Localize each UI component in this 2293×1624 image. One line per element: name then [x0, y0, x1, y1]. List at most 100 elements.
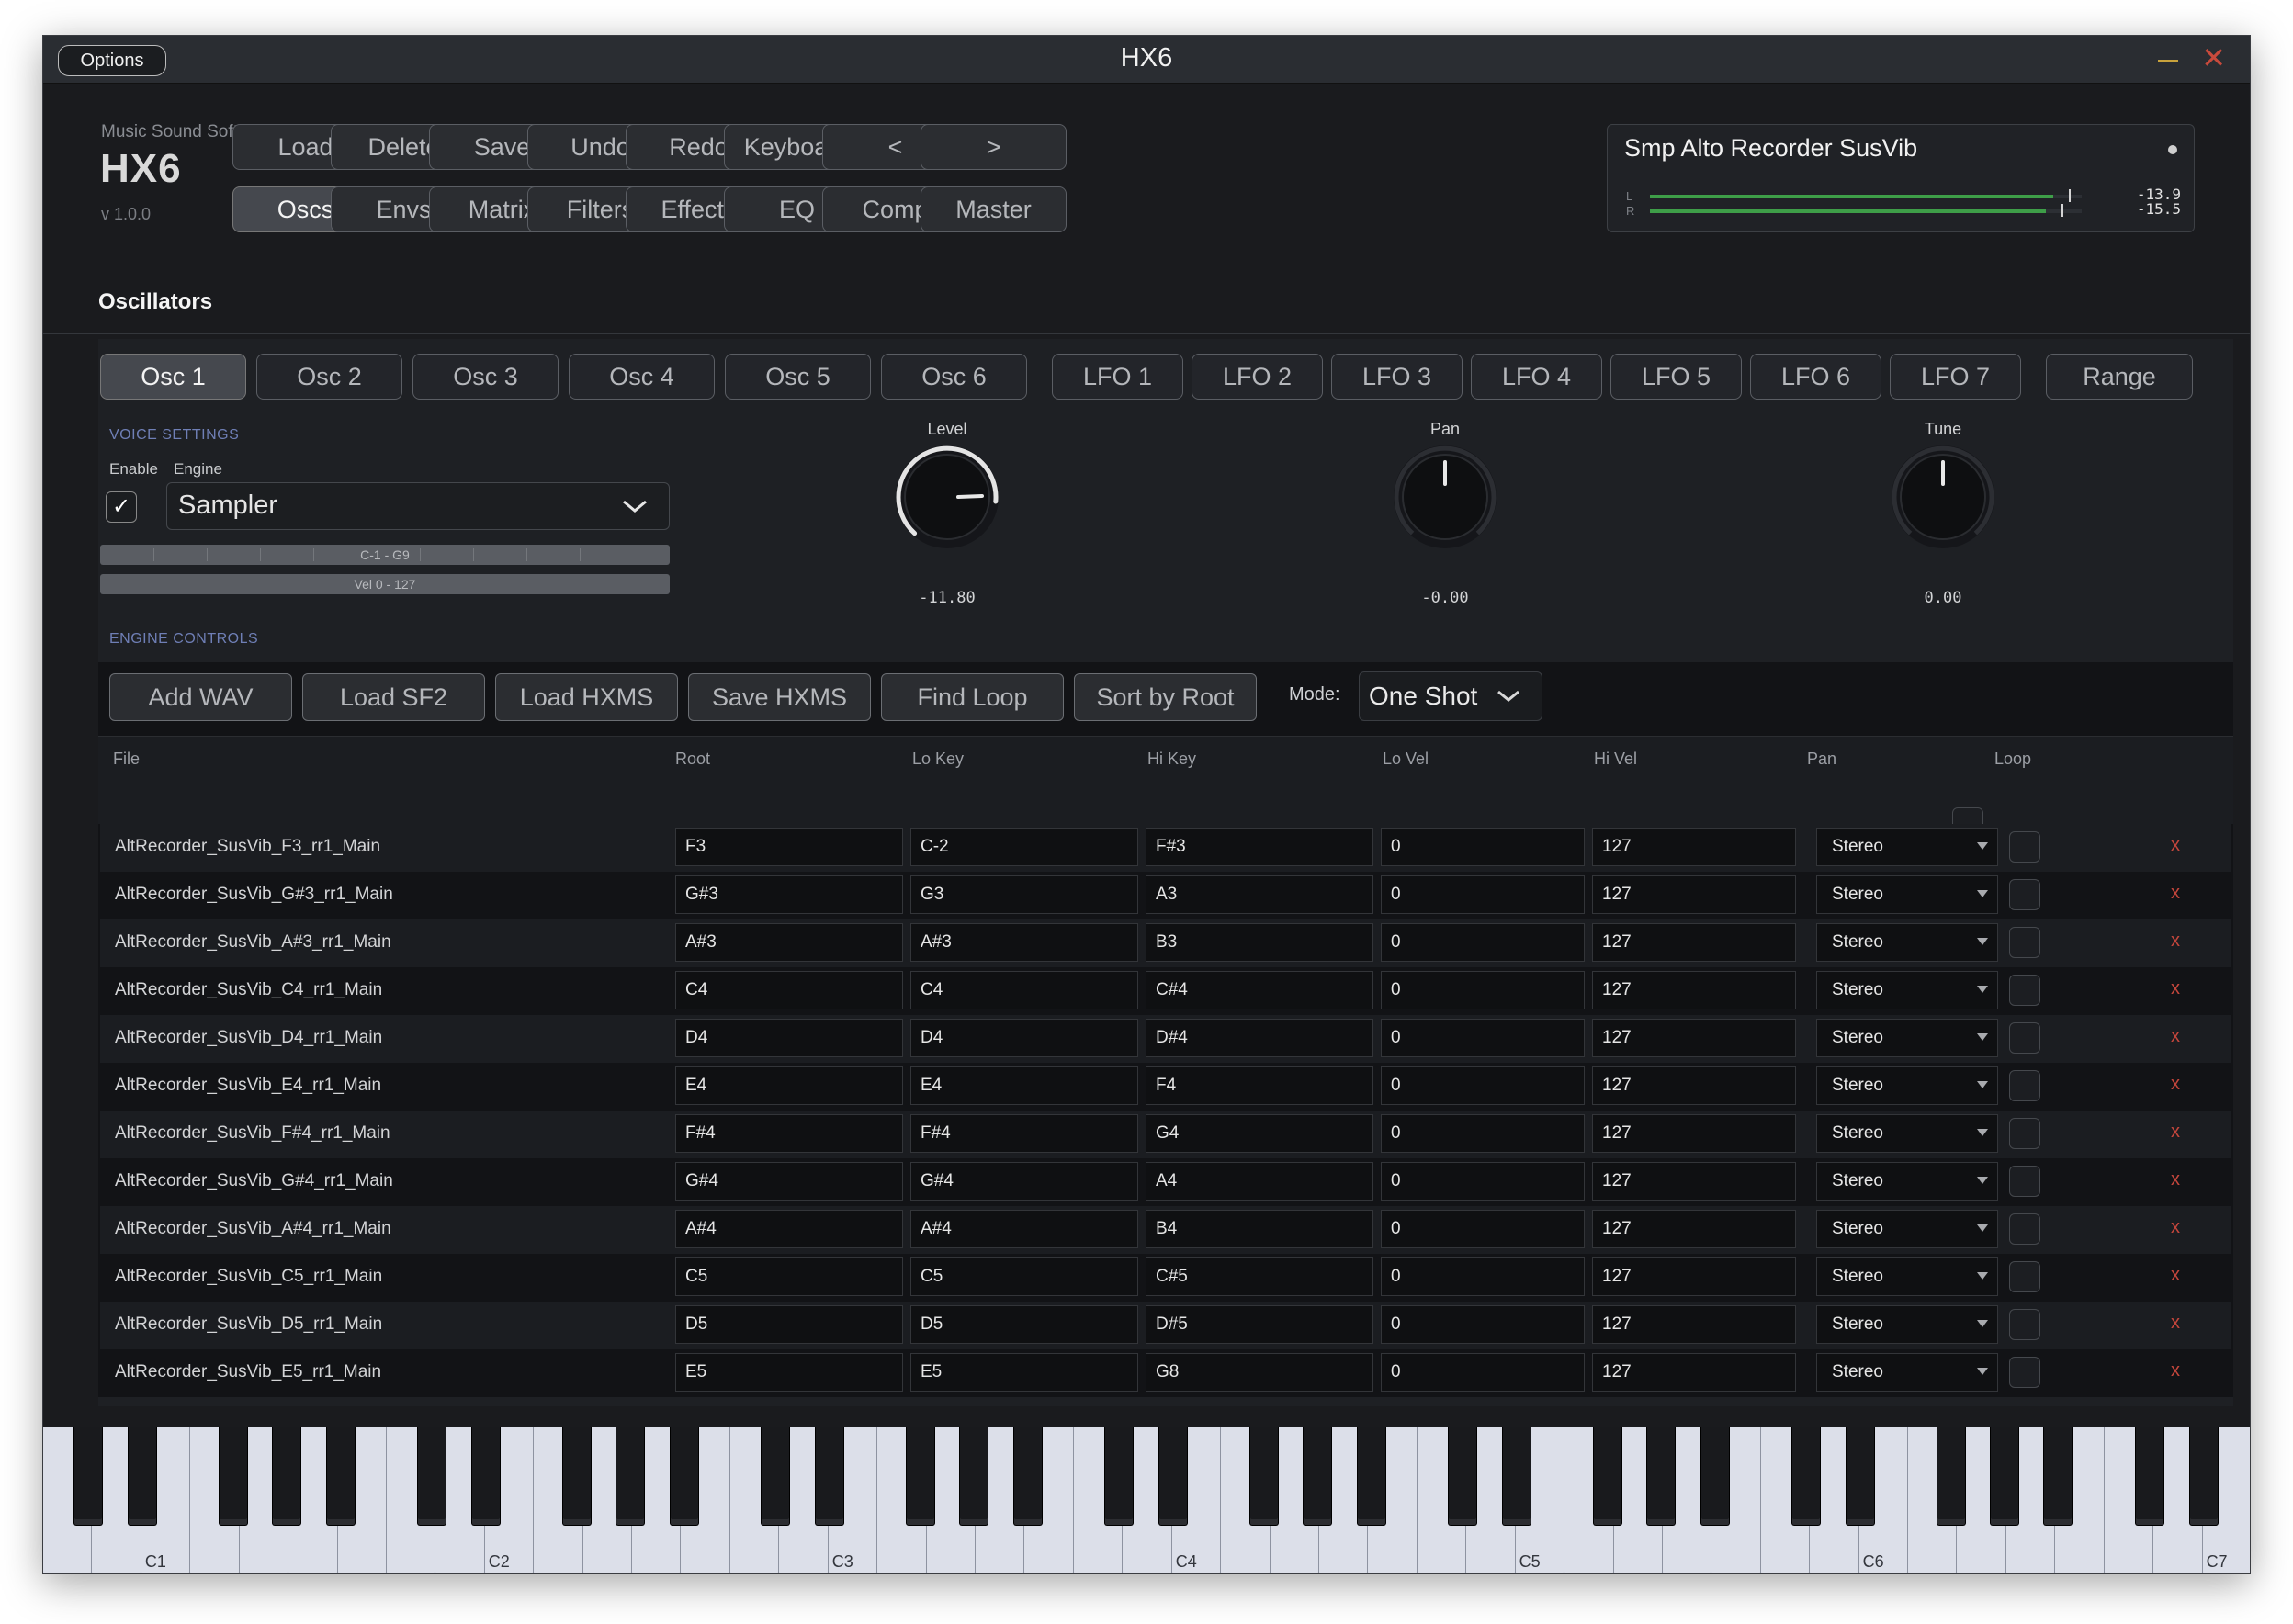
root-field[interactable]: A#4 [675, 1210, 903, 1248]
nav-master-button[interactable]: Master [921, 186, 1067, 232]
black-key[interactable] [73, 1427, 104, 1526]
loop-checkbox[interactable] [2009, 1118, 2040, 1149]
lo-vel-field[interactable]: 0 [1381, 1353, 1585, 1392]
hi-key-field[interactable]: D#4 [1146, 1019, 1373, 1057]
hi-key-field[interactable]: A4 [1146, 1162, 1373, 1201]
lo-key-field[interactable]: E4 [910, 1066, 1138, 1105]
hi-key-field[interactable]: A3 [1146, 875, 1373, 914]
hi-key-field[interactable]: B3 [1146, 923, 1373, 962]
save-hxms-button[interactable]: Save HXMS [688, 673, 871, 721]
lo-key-field[interactable]: D4 [910, 1019, 1138, 1057]
pan-select[interactable]: Stereo [1816, 1305, 1998, 1344]
hi-key-field[interactable]: G4 [1146, 1114, 1373, 1153]
black-key[interactable] [271, 1427, 301, 1526]
find-loop-button[interactable]: Find Loop [881, 673, 1064, 721]
tab-osc-1[interactable]: Osc 1 [100, 354, 246, 400]
lo-key-field[interactable]: A#4 [910, 1210, 1138, 1248]
hi-vel-field[interactable]: 127 [1592, 1257, 1796, 1296]
hi-vel-field[interactable]: 127 [1592, 1019, 1796, 1057]
next-button[interactable]: > [921, 124, 1067, 170]
tab-osc-5[interactable]: Osc 5 [725, 354, 871, 400]
pan-select[interactable]: Stereo [1816, 971, 1998, 1009]
tab-osc-2[interactable]: Osc 2 [256, 354, 402, 400]
tab-lfo-6[interactable]: LFO 6 [1750, 354, 1881, 400]
loop-checkbox[interactable] [2009, 1166, 2040, 1197]
black-key[interactable] [470, 1427, 501, 1526]
enable-checkbox[interactable]: ✓ [106, 491, 137, 523]
black-key[interactable] [562, 1427, 593, 1526]
hi-vel-field[interactable]: 127 [1592, 1210, 1796, 1248]
black-key[interactable] [2043, 1427, 2073, 1526]
hi-key-field[interactable]: D#5 [1146, 1305, 1373, 1344]
delete-row-icon[interactable]: x [2171, 978, 2180, 999]
black-key[interactable] [1790, 1427, 1821, 1526]
pan-select[interactable]: Stereo [1816, 1353, 1998, 1392]
lo-vel-field[interactable]: 0 [1381, 971, 1585, 1009]
mode-select[interactable]: One Shot [1359, 671, 1542, 721]
key-range-slider[interactable]: C-1 - G9 [100, 545, 670, 565]
pan-select[interactable]: Stereo [1816, 923, 1998, 962]
delete-row-icon[interactable]: x [2171, 1026, 2180, 1047]
hi-key-field[interactable]: F4 [1146, 1066, 1373, 1105]
pan-select[interactable]: Stereo [1816, 828, 1998, 866]
pan-select[interactable]: Stereo [1816, 1066, 1998, 1105]
hi-vel-field[interactable]: 127 [1592, 1162, 1796, 1201]
hi-key-field[interactable]: C#4 [1146, 971, 1373, 1009]
load-hxms-button[interactable]: Load HXMS [495, 673, 678, 721]
root-field[interactable]: F#4 [675, 1114, 903, 1153]
delete-row-icon[interactable]: x [2171, 1074, 2180, 1095]
loop-checkbox[interactable] [2009, 1261, 2040, 1292]
black-key[interactable] [1302, 1427, 1332, 1526]
lo-key-field[interactable]: E5 [910, 1353, 1138, 1392]
tab-osc-3[interactable]: Osc 3 [412, 354, 559, 400]
loop-checkbox[interactable] [2009, 1213, 2040, 1245]
pan-select[interactable]: Stereo [1816, 1210, 1998, 1248]
black-key[interactable] [127, 1427, 157, 1526]
loop-checkbox[interactable] [2009, 879, 2040, 910]
engine-select[interactable]: Sampler [166, 482, 670, 530]
sort-by-root-button[interactable]: Sort by Root [1074, 673, 1257, 721]
preset-display[interactable]: Smp Alto Recorder SusVib L R -13.9 -15.5 [1607, 124, 2195, 232]
black-key[interactable] [1447, 1427, 1477, 1526]
hi-vel-field[interactable]: 127 [1592, 1305, 1796, 1344]
black-key[interactable] [1501, 1427, 1531, 1526]
level-knob[interactable] [892, 442, 1002, 552]
lo-vel-field[interactable]: 0 [1381, 875, 1585, 914]
hi-key-field[interactable]: F#3 [1146, 828, 1373, 866]
tab-lfo-5[interactable]: LFO 5 [1610, 354, 1742, 400]
tab-lfo-2[interactable]: LFO 2 [1192, 354, 1323, 400]
black-key[interactable] [1700, 1427, 1730, 1526]
lo-vel-field[interactable]: 0 [1381, 1305, 1585, 1344]
load-sf2-button[interactable]: Load SF2 [302, 673, 485, 721]
loop-checkbox[interactable] [2009, 1309, 2040, 1340]
black-key[interactable] [761, 1427, 791, 1526]
black-key[interactable] [1937, 1427, 1967, 1526]
root-field[interactable]: C5 [675, 1257, 903, 1296]
hi-key-field[interactable]: B4 [1146, 1210, 1373, 1248]
root-field[interactable]: E5 [675, 1353, 903, 1392]
root-field[interactable]: D4 [675, 1019, 903, 1057]
hi-key-field[interactable]: G8 [1146, 1353, 1373, 1392]
lo-vel-field[interactable]: 0 [1381, 828, 1585, 866]
lo-vel-field[interactable]: 0 [1381, 1114, 1585, 1153]
hi-vel-field[interactable]: 127 [1592, 1114, 1796, 1153]
root-field[interactable]: D5 [675, 1305, 903, 1344]
velocity-range-slider[interactable]: Vel 0 - 127 [100, 574, 670, 594]
lo-key-field[interactable]: C5 [910, 1257, 1138, 1296]
lo-key-field[interactable]: G#4 [910, 1162, 1138, 1201]
black-key[interactable] [2188, 1427, 2219, 1526]
black-key[interactable] [1012, 1427, 1043, 1526]
tune-knob[interactable] [1888, 442, 1998, 552]
hi-vel-field[interactable]: 127 [1592, 1353, 1796, 1392]
loop-checkbox[interactable] [2009, 927, 2040, 958]
delete-row-icon[interactable]: x [2171, 1122, 2180, 1143]
root-field[interactable]: G#3 [675, 875, 903, 914]
delete-row-icon[interactable]: x [2171, 930, 2180, 952]
lo-vel-field[interactable]: 0 [1381, 1210, 1585, 1248]
tab-lfo-1[interactable]: LFO 1 [1052, 354, 1183, 400]
root-field[interactable]: E4 [675, 1066, 903, 1105]
close-icon[interactable]: ✕ [2201, 43, 2226, 73]
lo-key-field[interactable]: C4 [910, 971, 1138, 1009]
piano-keyboard[interactable]: C1C2C3C4C5C6C7C8 [43, 1427, 2250, 1573]
black-key[interactable] [615, 1427, 645, 1526]
